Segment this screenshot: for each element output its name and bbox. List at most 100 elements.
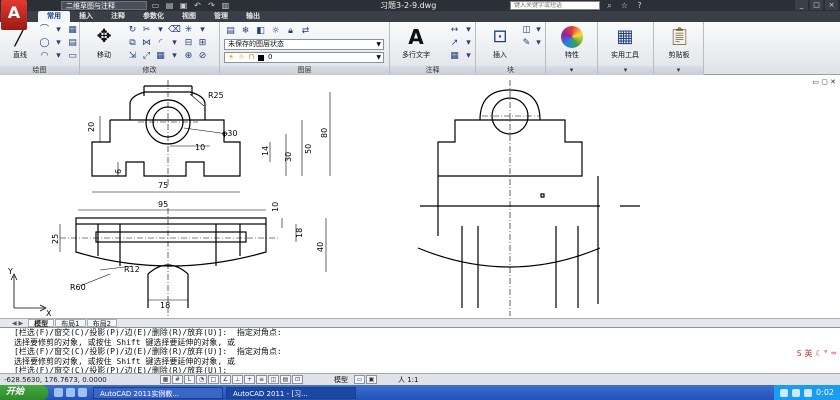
start-button[interactable]: 开始 — [0, 385, 48, 400]
redo-icon[interactable]: ↷ — [206, 1, 217, 10]
snap-toggle[interactable]: ▦ — [160, 375, 171, 384]
application-menu-button[interactable]: A — [1, 0, 27, 30]
tab-layout2[interactable]: 布局2 — [86, 319, 118, 328]
minimize-button[interactable]: _ — [795, 0, 808, 10]
ime-punct-icon[interactable]: ° — [823, 349, 828, 359]
dropdown-arrow-icon[interactable]: ▾ — [462, 37, 475, 49]
stretch-icon[interactable]: ⇲ — [126, 50, 139, 62]
layer-freeze-icon[interactable]: ❄ — [239, 25, 252, 37]
sc-toggle[interactable]: ⊡ — [292, 375, 303, 384]
mirror-icon[interactable]: ⋈ — [140, 37, 153, 49]
binoculars-icon[interactable]: ⌕ — [604, 1, 615, 10]
tab-model[interactable]: 模型 — [28, 319, 55, 328]
star-icon[interactable]: ☆ — [619, 1, 630, 10]
fillet-icon[interactable]: ◜ — [154, 37, 167, 49]
utilities-panel-title[interactable]: ▾ — [598, 66, 653, 75]
maximize-button[interactable]: □ — [810, 0, 823, 10]
dropdown-arrow-icon[interactable]: ▾ — [196, 24, 209, 36]
annotation-scale[interactable]: 人 1:1 — [398, 375, 419, 385]
table-icon[interactable]: ▦ — [448, 50, 461, 62]
tab-layout1[interactable]: 布局1 — [55, 319, 86, 328]
coordinate-readout[interactable]: -628.5630, 176.7673, 0.0000 — [0, 376, 160, 384]
layer-off-icon[interactable]: ☼ — [269, 25, 282, 37]
ime-moon-icon[interactable]: ☾ — [816, 349, 821, 359]
plot-icon[interactable]: ▥ — [220, 1, 231, 10]
boundary-icon[interactable]: ▭ — [66, 50, 79, 62]
polar-toggle[interactable]: ◔ — [196, 375, 207, 384]
block-panel-title[interactable]: 块 — [476, 66, 545, 75]
polyline-icon[interactable]: ⌒ — [38, 24, 51, 36]
ime-tray-icon[interactable] — [804, 388, 813, 397]
transparency-toggle[interactable]: ◫ — [268, 375, 279, 384]
layer-match-icon[interactable]: ⇄ — [299, 25, 312, 37]
tab-home[interactable]: 常用 — [38, 11, 70, 22]
layout-nav-arrows[interactable]: ◀ ▶ — [12, 320, 23, 327]
draw-panel-title[interactable]: 绘图 — [0, 66, 79, 75]
search-input[interactable]: 键入关键字或短语 — [510, 1, 600, 10]
help-icon[interactable]: ? — [634, 1, 645, 10]
properties-panel-title[interactable]: ▾ — [546, 66, 597, 75]
network-icon[interactable] — [780, 388, 789, 397]
dimension-icon[interactable]: ↔ — [448, 24, 461, 36]
restore-viewport-icon[interactable]: ▢ — [821, 78, 828, 86]
gradient-icon[interactable]: ▤ — [66, 37, 79, 49]
annotation-panel-title[interactable]: 注释 — [390, 66, 475, 75]
taskbar-item-autocad[interactable]: AutoCAD 2011 - [习... — [226, 386, 356, 399]
layers-panel-title[interactable]: 图层 — [220, 66, 389, 75]
dropdown-arrow-icon[interactable]: ▾ — [462, 24, 475, 36]
leader-icon[interactable]: ↗ — [448, 37, 461, 49]
explode-icon[interactable]: ✳ — [182, 24, 195, 36]
properties-button[interactable]: 特性 — [552, 24, 592, 64]
quick-launch-icon[interactable] — [66, 388, 75, 397]
tab-output[interactable]: 输出 — [237, 11, 269, 22]
qp-toggle[interactable]: ▤ — [280, 375, 291, 384]
dropdown-arrow-icon[interactable]: ▾ — [532, 37, 545, 49]
scale-icon[interactable]: ⤢ — [140, 50, 153, 62]
drawing-canvas[interactable]: ▭ ▢ ✕ R25 φ30 20 10 80 50 14 30 6 75 95 … — [0, 76, 840, 318]
break-icon[interactable]: ⊘ — [196, 50, 209, 62]
circle-icon[interactable]: ◯ — [38, 37, 51, 49]
dropdown-arrow-icon[interactable]: ▾ — [462, 50, 475, 62]
open-file-icon[interactable]: ▤ — [164, 1, 175, 10]
model-space-label[interactable]: 模型 — [334, 375, 348, 385]
modify-panel-title[interactable]: 修改 — [80, 66, 219, 75]
dropdown-arrow-icon[interactable]: ▾ — [52, 24, 65, 36]
multiline-text-button[interactable]: A 多行文字 — [396, 24, 436, 64]
ortho-toggle[interactable]: L — [184, 375, 195, 384]
undo-icon[interactable]: ↶ — [192, 1, 203, 10]
minimize-viewport-icon[interactable]: ▭ — [812, 78, 819, 86]
trim-icon[interactable]: ✂ — [140, 24, 153, 36]
quick-launch-icon[interactable] — [54, 388, 63, 397]
quick-view-layouts-icon[interactable]: ▭ — [354, 375, 365, 384]
new-file-icon[interactable]: ▭ — [150, 1, 161, 10]
join-icon[interactable]: ⊕ — [182, 50, 195, 62]
volume-icon[interactable] — [792, 388, 801, 397]
offset-icon[interactable]: ⊟ — [182, 37, 195, 49]
otrack-toggle[interactable]: ∠ — [220, 375, 231, 384]
dropdown-arrow-icon[interactable]: ▾ — [154, 24, 167, 36]
tab-insert[interactable]: 插入 — [70, 11, 102, 22]
dropdown-arrow-icon[interactable]: ▾ — [168, 50, 181, 62]
ime-logo-icon[interactable]: S — [797, 349, 802, 359]
layer-state-dropdown[interactable]: 未保存的图层状态 ▼ — [224, 39, 384, 50]
clipboard-panel-title[interactable]: ▾ — [654, 66, 703, 75]
hatch-icon[interactable]: ▦ — [66, 24, 79, 36]
move-button[interactable]: ✥ 移动 — [84, 24, 124, 64]
lineweight-toggle[interactable]: ≡ — [256, 375, 267, 384]
workspace-switcher[interactable]: 二维草图与注释 — [61, 1, 147, 10]
rotate-icon[interactable]: ↻ — [126, 24, 139, 36]
copy-icon[interactable]: ⧉ — [126, 37, 139, 49]
quick-view-drawings-icon[interactable]: ▣ — [366, 375, 377, 384]
tab-view[interactable]: 视图 — [173, 11, 205, 22]
close-viewport-icon[interactable]: ✕ — [830, 78, 836, 86]
ducs-toggle[interactable]: ⊥ — [232, 375, 243, 384]
quick-launch-icon[interactable] — [78, 388, 87, 397]
line-button[interactable]: ╱ 直线 — [0, 24, 40, 64]
tab-parametric[interactable]: 参数化 — [134, 11, 173, 22]
clock[interactable]: 0:02 — [816, 388, 834, 397]
tab-annotate[interactable]: 注释 — [102, 11, 134, 22]
save-icon[interactable]: ▣ — [178, 1, 189, 10]
layer-isolate-icon[interactable]: ◧ — [254, 25, 267, 37]
utilities-button[interactable]: ▦ 实用工具 — [605, 24, 645, 64]
ime-language[interactable]: 英 — [805, 349, 813, 359]
